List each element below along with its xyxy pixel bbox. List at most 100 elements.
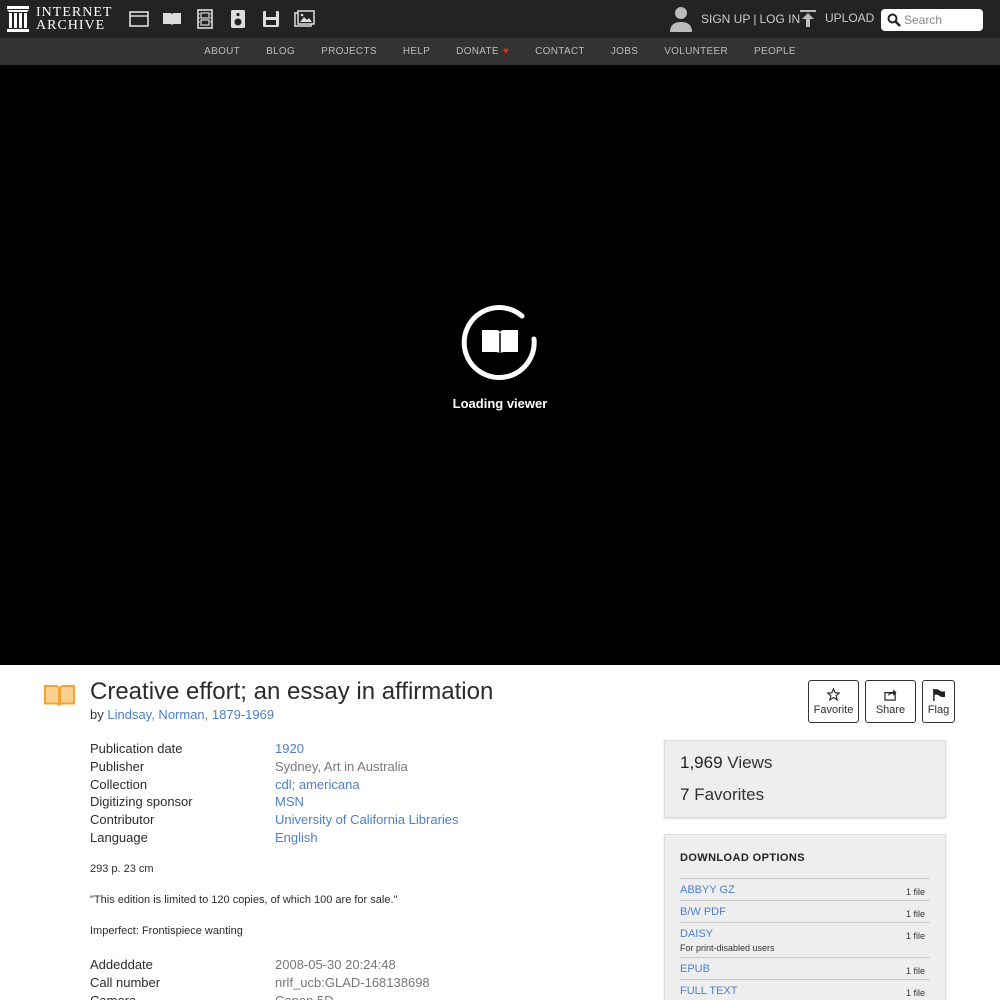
by-prefix: by xyxy=(90,707,104,722)
download-item: B/W PDF 1 file xyxy=(680,900,930,922)
download-item: EPUB 1 file xyxy=(680,957,930,979)
audio-icon[interactable] xyxy=(227,8,249,30)
nav-jobs[interactable]: JOBS xyxy=(611,46,638,57)
search-input[interactable] xyxy=(904,13,980,27)
nav-donate-label: DONATE xyxy=(456,46,499,57)
nav-about[interactable]: ABOUT xyxy=(204,46,240,57)
metadata-row: Camera Canon 5D xyxy=(90,992,630,1000)
metadata-key: Collection xyxy=(90,776,148,792)
description-text: Imperfect: Frontispiece wanting xyxy=(90,925,243,937)
metadata-key: Addeddate xyxy=(90,957,153,972)
internet-archive-logo[interactable]: INTERNET ARCHIVE xyxy=(7,6,112,33)
language-link[interactable]: English xyxy=(275,830,318,845)
favorites-stat: 7 Favorites xyxy=(680,785,764,805)
upload-icon xyxy=(800,10,816,27)
share-label: Share xyxy=(875,703,906,716)
description-text: 293 p. 23 cm xyxy=(90,863,154,875)
metadata-table-secondary: Addeddate 2008-05-30 20:24:48 Call numbe… xyxy=(90,956,630,1000)
download-item: FULL TEXT 1 file xyxy=(680,979,930,1000)
metadata-row: Collection cdl; americana xyxy=(90,776,630,794)
byline: by Lindsay, Norman, 1879-1969 xyxy=(90,707,274,722)
flag-label: Flag xyxy=(927,703,950,716)
download-link[interactable]: ABBYY GZ xyxy=(680,884,930,896)
loading-spinner-icon xyxy=(461,305,537,381)
collection-separator: ; xyxy=(291,776,299,792)
download-options-panel: DOWNLOAD OPTIONS ABBYY GZ 1 file B/W PDF… xyxy=(664,834,946,1000)
download-file-count[interactable]: 1 file xyxy=(906,966,925,976)
nav-donate[interactable]: DONATE ♥ xyxy=(456,46,509,57)
share-button[interactable]: Share xyxy=(865,680,916,723)
book-viewer[interactable]: Loading viewer xyxy=(0,65,1000,665)
metadata-key: Publisher xyxy=(90,758,145,774)
logo-line-2: ARCHIVE xyxy=(36,18,106,33)
views-stat: 1,969 Views xyxy=(680,753,772,773)
metadata-row: Digitizing sponsor MSN xyxy=(90,793,630,811)
metadata-key: Language xyxy=(90,829,148,845)
loading-viewer-text: Loading viewer xyxy=(452,396,548,411)
metadata-row: Publication date 1920 xyxy=(90,740,630,758)
download-options-title: DOWNLOAD OPTIONS xyxy=(680,852,805,864)
metadata-key: Contributor xyxy=(90,812,155,828)
favorite-button[interactable]: Favorite xyxy=(808,680,859,723)
download-file-count[interactable]: 1 file xyxy=(906,909,925,919)
flag-icon xyxy=(933,688,945,701)
collection-link-cdl[interactable]: cdl xyxy=(275,777,292,792)
publication-date-link[interactable]: 1920 xyxy=(275,741,304,756)
download-item: DAISY 1 file For print-disabled users xyxy=(680,922,930,957)
publisher-value: Sydney, Art in Australia xyxy=(275,758,408,774)
download-file-count[interactable]: 1 file xyxy=(906,887,925,897)
views-label: Views xyxy=(727,753,773,772)
nav-people[interactable]: PEOPLE xyxy=(754,46,796,57)
sign-up-link[interactable]: SIGN UP xyxy=(701,12,750,26)
metadata-row: Call number nrlf_ucb:GLAD-168138698 xyxy=(90,974,630,992)
metadata-key: Publication date xyxy=(90,741,183,756)
archive-building-icon xyxy=(7,6,29,32)
download-list: ABBYY GZ 1 file B/W PDF 1 file DAISY 1 f… xyxy=(680,878,930,1000)
collection-link-americana[interactable]: americana xyxy=(299,777,360,792)
sponsor-link[interactable]: MSN xyxy=(275,794,304,809)
metadata-value: nrlf_ucb:GLAD-168138698 xyxy=(275,974,430,990)
metadata-value: Canon 5D xyxy=(275,992,334,1000)
favorite-label: Favorite xyxy=(813,703,854,716)
nav-blog[interactable]: BLOG xyxy=(266,46,295,57)
web-icon[interactable] xyxy=(128,8,150,30)
contributor-link[interactable]: University of California Libraries xyxy=(275,812,459,827)
stats-panel: 1,969 Views 7 Favorites xyxy=(664,740,946,818)
favorites-label: Favorites xyxy=(694,785,765,804)
upload-label: UPLOAD xyxy=(825,11,875,25)
metadata-key: Digitizing sponsor xyxy=(90,794,193,810)
nav-volunteer[interactable]: VOLUNTEER xyxy=(664,46,728,57)
metadata-row: Publisher Sydney, Art in Australia xyxy=(90,758,630,776)
video-icon[interactable] xyxy=(194,8,216,30)
search-icon[interactable] xyxy=(887,13,901,27)
top-bar: INTERNET ARCHIVE SIGN UP | LOG IN UPLOAD… xyxy=(0,0,1000,38)
download-link[interactable]: EPUB xyxy=(680,963,930,975)
images-icon[interactable] xyxy=(293,8,315,30)
user-area: SIGN UP | LOG IN xyxy=(668,5,800,33)
download-file-count[interactable]: 1 file xyxy=(906,931,925,941)
flag-button[interactable]: Flag xyxy=(922,680,955,723)
nav-contact[interactable]: CONTACT xyxy=(535,46,585,57)
nav-help[interactable]: HELP xyxy=(403,46,430,57)
secondary-nav: ABOUT BLOG PROJECTS HELP DONATE ♥ CONTACT… xyxy=(0,38,1000,65)
software-icon[interactable] xyxy=(260,8,282,30)
author-link[interactable]: Lindsay, Norman, 1879-1969 xyxy=(107,707,274,722)
user-avatar-icon[interactable] xyxy=(668,5,694,33)
download-link[interactable]: B/W PDF xyxy=(680,906,930,918)
upload-button[interactable]: UPLOAD xyxy=(798,8,874,28)
download-item: ABBYY GZ 1 file xyxy=(680,878,930,900)
texts-icon[interactable] xyxy=(161,8,183,30)
download-note: For print-disabled users xyxy=(680,943,775,953)
log-in-link[interactable]: LOG IN xyxy=(759,12,800,26)
heart-icon: ♥ xyxy=(502,46,510,57)
nav-projects[interactable]: PROJECTS xyxy=(321,46,377,57)
item-title: Creative effort; an essay in affirmation xyxy=(90,678,494,705)
download-link[interactable]: DAISY xyxy=(680,928,930,940)
metadata-key: Call number xyxy=(90,974,161,990)
metadata-row: Addeddate 2008-05-30 20:24:48 xyxy=(90,956,630,974)
texts-icon xyxy=(44,685,75,707)
auth-separator: | xyxy=(753,12,757,26)
metadata-table: Publication date 1920 Publisher Sydney, … xyxy=(90,740,630,847)
download-link[interactable]: FULL TEXT xyxy=(680,985,930,997)
download-file-count[interactable]: 1 file xyxy=(906,988,925,998)
